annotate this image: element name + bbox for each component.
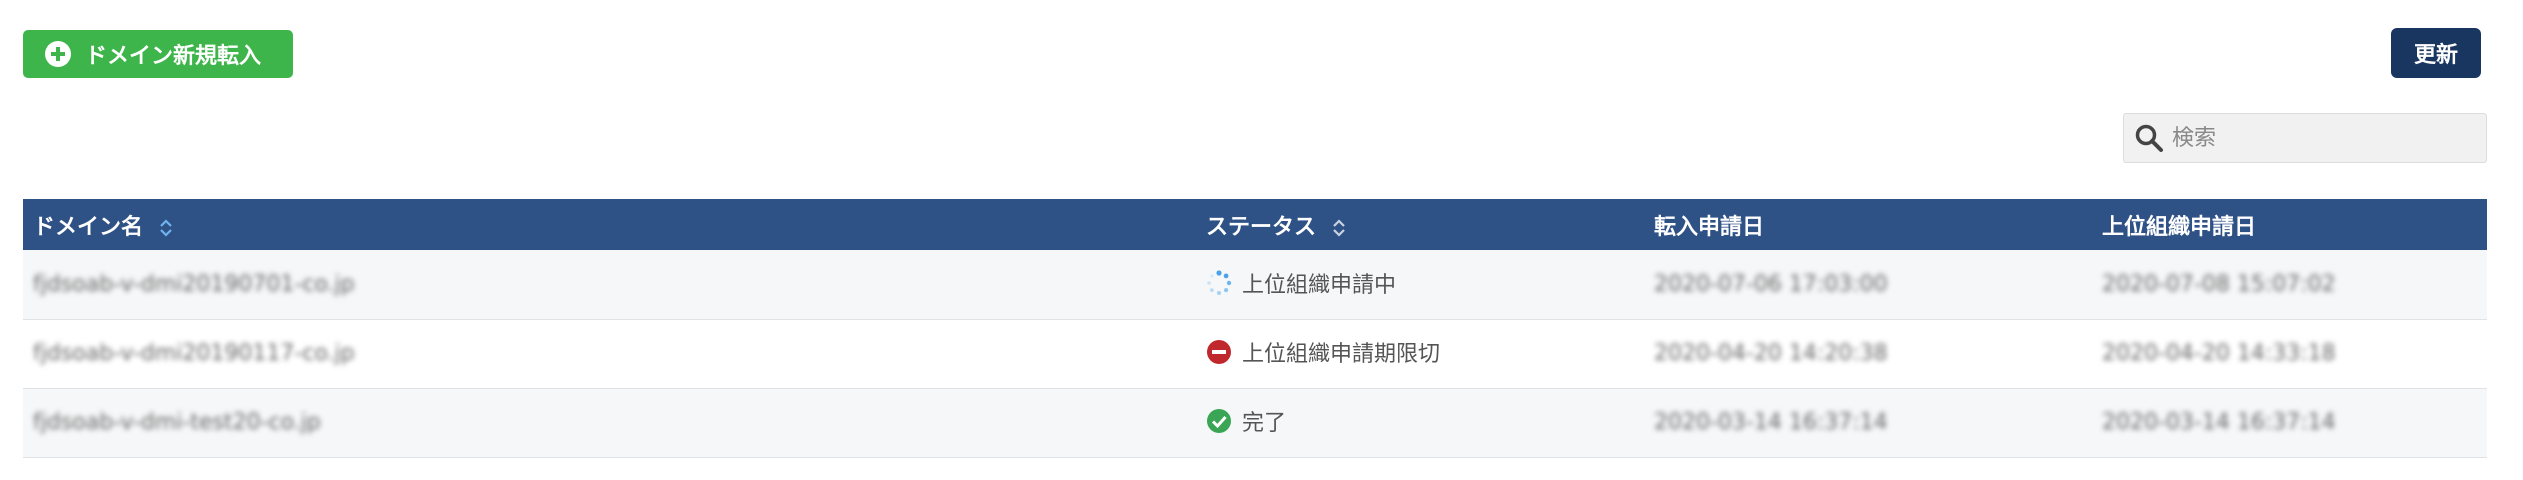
upper-date-cell: 2020-04-20 14:33:18 bbox=[2102, 341, 2336, 366]
table-row[interactable]: fjdsoab-v-dmi-test20-co.jp 完了 2020-03-14… bbox=[23, 388, 2487, 457]
column-header-upper-date: 上位組織申請日 bbox=[2102, 214, 2257, 240]
domain-cell: fjdsoab-v-dmi-test20-co.jp bbox=[33, 410, 321, 435]
upper-date-cell: 2020-07-08 15:07:02 bbox=[2102, 271, 2336, 297]
table-header-row: ドメイン名 ステータス 転入申請日 上位組織申請日 bbox=[23, 199, 2487, 250]
add-domain-transfer-button[interactable]: ドメイン新規転入 bbox=[23, 30, 293, 78]
status-text: 完了 bbox=[1242, 411, 1287, 436]
minus-circle-icon bbox=[1207, 340, 1231, 364]
table-row[interactable]: fjdsoab-v-dmi20190701-co.jp 上位組織申請中 2020… bbox=[23, 250, 2487, 319]
domain-cell: fjdsoab-v-dmi20190117-co.jp bbox=[33, 341, 355, 366]
search-input[interactable] bbox=[2170, 117, 2474, 159]
sort-icon[interactable] bbox=[1332, 217, 1346, 239]
status-cell: 完了 bbox=[1196, 388, 1644, 457]
column-header-status[interactable]: ステータス bbox=[1196, 199, 1644, 250]
sort-icon[interactable] bbox=[159, 217, 173, 239]
status-text: 上位組織申請期限切 bbox=[1242, 342, 1441, 367]
plus-circle-icon bbox=[45, 41, 71, 67]
check-circle-icon bbox=[1207, 409, 1231, 433]
search-icon bbox=[2135, 124, 2163, 152]
search-box[interactable] bbox=[2123, 113, 2487, 163]
column-header-domain-label: ドメイン名 bbox=[33, 214, 144, 240]
column-header-transfer-date: 転入申請日 bbox=[1654, 214, 1765, 240]
domain-table: ドメイン名 ステータス 転入申請日 上位組織申請日 fjdsoab-v-dmi2… bbox=[23, 199, 2487, 458]
status-cell: 上位組織申請期限切 bbox=[1196, 319, 1644, 388]
column-header-domain[interactable]: ドメイン名 bbox=[23, 199, 1196, 250]
transfer-date-cell: 2020-04-20 14:20:38 bbox=[1654, 341, 1888, 366]
status-cell: 上位組織申請中 bbox=[1196, 250, 1644, 319]
status-text: 上位組織申請中 bbox=[1242, 272, 1397, 298]
loading-spinner-icon bbox=[1207, 270, 1232, 295]
refresh-button[interactable]: 更新 bbox=[2391, 28, 2481, 78]
add-domain-transfer-label: ドメイン新規転入 bbox=[85, 44, 262, 69]
transfer-date-cell: 2020-07-06 17:03:00 bbox=[1654, 271, 1888, 297]
upper-date-cell: 2020-03-14 16:37:14 bbox=[2102, 410, 2336, 435]
column-header-status-label: ステータス bbox=[1206, 214, 1317, 240]
table-row[interactable]: fjdsoab-v-dmi20190117-co.jp 上位組織申請期限切 20… bbox=[23, 319, 2487, 388]
transfer-date-cell: 2020-03-14 16:37:14 bbox=[1654, 410, 1888, 435]
domain-cell: fjdsoab-v-dmi20190701-co.jp bbox=[33, 271, 355, 297]
